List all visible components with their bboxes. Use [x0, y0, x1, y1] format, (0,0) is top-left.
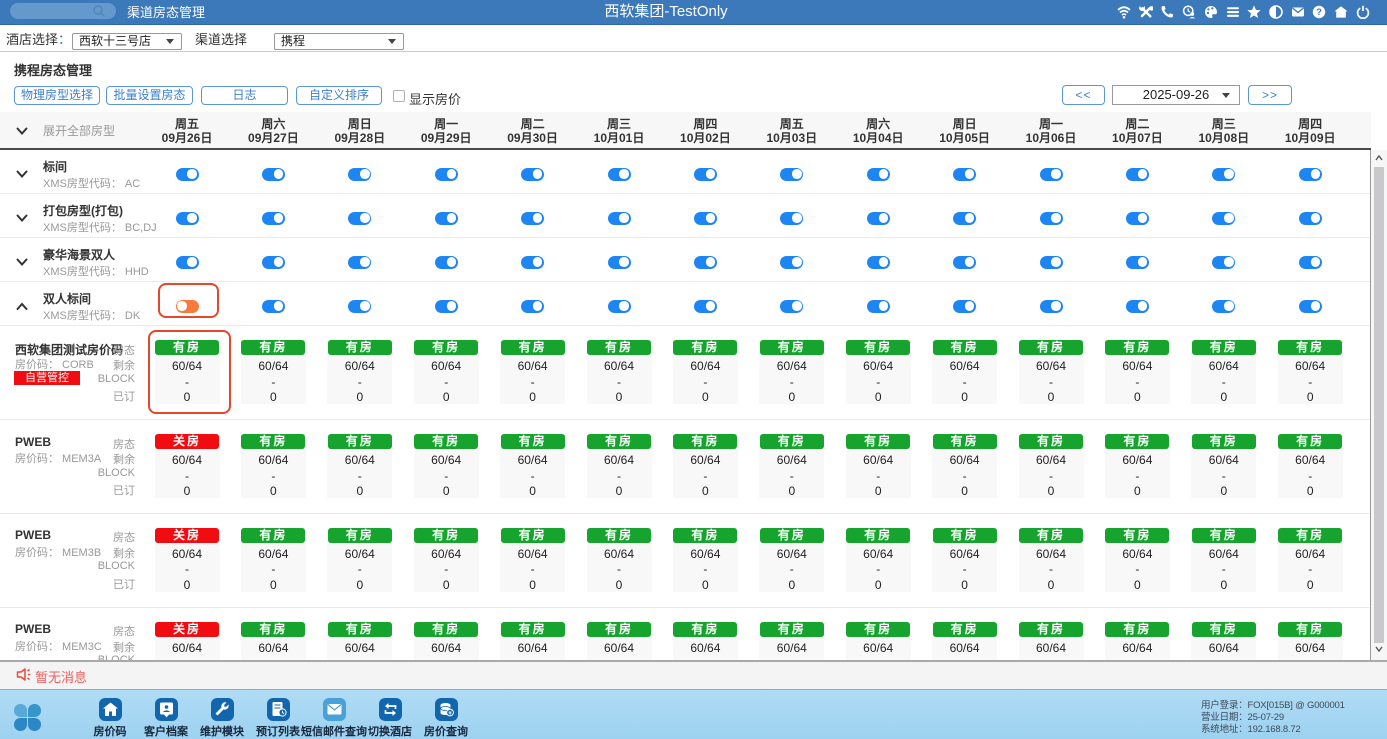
- svg-text:?: ?: [1316, 7, 1322, 18]
